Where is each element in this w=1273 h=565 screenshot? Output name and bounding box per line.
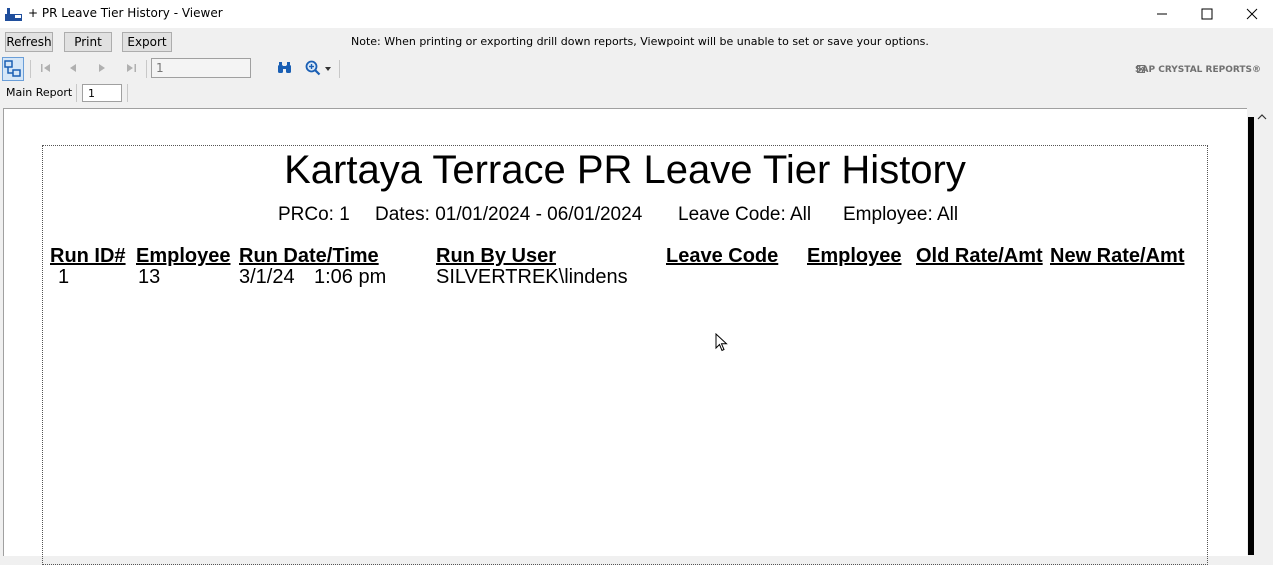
print-button[interactable]: Print <box>64 32 112 52</box>
brand-label: SAP CRYSTAL REPORTS® <box>1135 65 1261 75</box>
zoom-dropdown-chevron-icon[interactable] <box>324 66 332 72</box>
next-page-icon[interactable] <box>96 62 108 74</box>
row-run-by-user: SILVERTREK\lindens <box>436 266 628 288</box>
col-header-old-rate: Old Rate/Amt <box>916 245 1043 267</box>
window-title: + PR Leave Tier History - Viewer <box>28 6 223 20</box>
maximize-button[interactable] <box>1184 0 1230 28</box>
minimize-button[interactable] <box>1139 0 1185 28</box>
report-title: Kartaya Terrace PR Leave Tier History <box>284 148 966 192</box>
toolbar-divider <box>30 60 31 78</box>
export-note: Note: When printing or exporting drill d… <box>351 35 929 48</box>
zoom-icon[interactable] <box>305 60 321 76</box>
row-run-time: 1:06 pm <box>314 266 387 288</box>
app-icon <box>5 8 22 21</box>
first-page-icon[interactable] <box>40 62 52 74</box>
group-tree-icon <box>4 60 21 77</box>
last-page-icon[interactable] <box>125 62 137 74</box>
col-header-run-datetime: Run Date/Time <box>239 245 379 267</box>
group-tree-toggle-button[interactable] <box>2 57 24 81</box>
col-header-run-by-user: Run By User <box>436 245 557 267</box>
maximize-icon <box>1201 8 1213 20</box>
minimize-icon <box>1157 13 1167 15</box>
toolbar-divider <box>339 60 340 78</box>
col-header-employee-2: Employee <box>807 245 902 267</box>
page-number-input[interactable]: 1 <box>151 58 251 78</box>
find-binoculars-icon[interactable] <box>277 61 292 75</box>
refresh-button[interactable]: Refresh <box>5 32 53 52</box>
close-icon <box>1246 8 1258 20</box>
col-header-leave-code: Leave Code <box>666 245 779 267</box>
row-employee: 13 <box>138 266 161 288</box>
param-dates: Dates: 01/01/2024 - 06/01/2024 <box>375 204 643 225</box>
row-run-id: 1 <box>58 266 70 288</box>
tab-main-report[interactable]: Main Report <box>6 86 72 99</box>
col-header-run-id: Run ID# <box>50 245 126 267</box>
previous-page-icon[interactable] <box>67 62 79 74</box>
report-tab-bar <box>0 82 1273 106</box>
export-button[interactable]: Export <box>122 32 172 52</box>
title-bar: + PR Leave Tier History - Viewer <box>0 0 1273 28</box>
param-employee: Employee: All <box>843 204 959 225</box>
toolbar-divider <box>146 60 147 78</box>
tab-divider <box>127 84 128 102</box>
mouse-pointer-icon <box>715 333 728 352</box>
param-prco: PRCo: 1 <box>278 204 350 225</box>
close-button[interactable] <box>1229 0 1273 28</box>
tab-divider <box>76 84 77 102</box>
param-leave-code: Leave Code: All <box>678 204 812 225</box>
tab-page-number: 1 <box>82 84 122 102</box>
col-header-employee: Employee <box>136 245 231 267</box>
col-header-new-rate: New Rate/Amt <box>1050 245 1185 267</box>
scroll-up-icon[interactable] <box>1257 114 1267 120</box>
row-run-date: 3/1/24 <box>239 266 295 288</box>
